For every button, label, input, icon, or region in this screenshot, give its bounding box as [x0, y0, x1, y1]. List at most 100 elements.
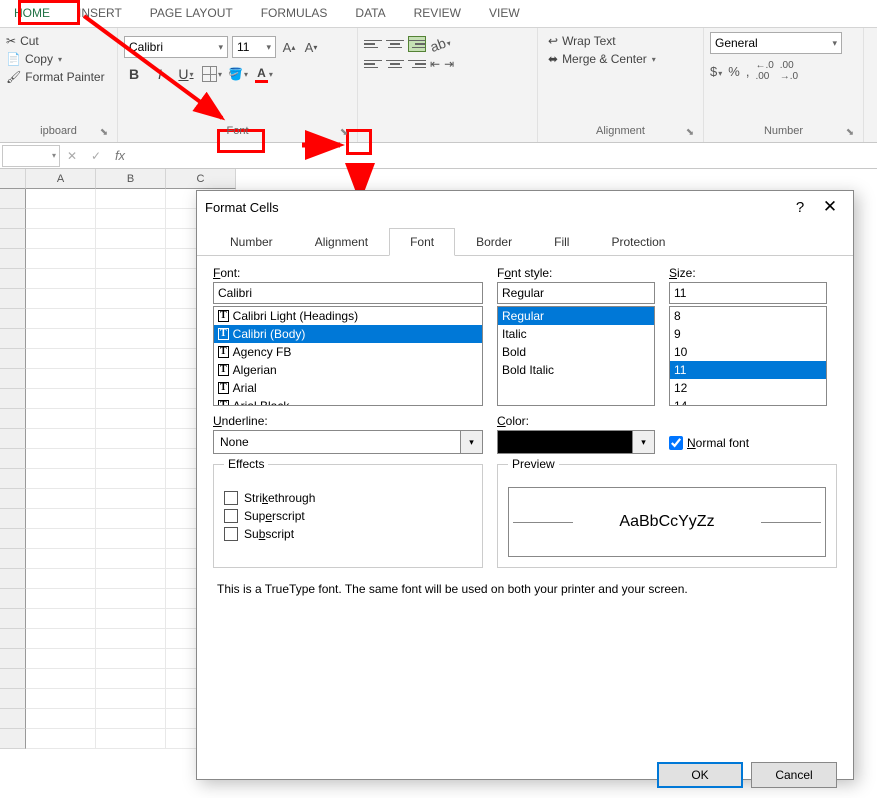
cell[interactable] [96, 729, 166, 749]
cancel-formula-icon[interactable]: ✕ [60, 144, 84, 168]
merge-center-button[interactable]: ⬌Merge & Center▾ [544, 50, 697, 68]
font-dialog-launcher[interactable]: ⬊ [337, 126, 351, 140]
col-header[interactable]: B [96, 169, 166, 189]
borders-button[interactable]: ▾ [202, 64, 222, 84]
increase-font-icon[interactable]: A▴ [280, 37, 298, 57]
cell[interactable] [26, 449, 96, 469]
color-swatch[interactable] [497, 430, 633, 454]
orientation-button[interactable]: ab▾ [428, 33, 453, 55]
fontstyle-input[interactable] [497, 282, 655, 304]
cell[interactable] [96, 429, 166, 449]
align-top-icon[interactable] [364, 36, 382, 52]
row-header[interactable] [0, 209, 26, 229]
cell[interactable] [96, 409, 166, 429]
row-header[interactable] [0, 589, 26, 609]
list-item[interactable]: TAlgerian [214, 361, 482, 379]
font-listbox[interactable]: TCalibri Light (Headings)TCalibri (Body)… [213, 306, 483, 406]
align-center-icon[interactable] [386, 56, 404, 72]
cell[interactable] [26, 609, 96, 629]
cell[interactable] [26, 189, 96, 209]
cell[interactable] [26, 369, 96, 389]
dlg-tab-font[interactable]: Font [389, 228, 455, 256]
font-input[interactable] [213, 282, 483, 304]
list-item[interactable]: 8 [670, 307, 826, 325]
cell[interactable] [96, 589, 166, 609]
list-item[interactable]: TArial Black [214, 397, 482, 406]
list-item[interactable]: TArial [214, 379, 482, 397]
decrease-indent-icon[interactable]: ⇤ [430, 57, 440, 71]
align-right-icon[interactable] [408, 56, 426, 72]
cell[interactable] [26, 229, 96, 249]
alignment-launcher[interactable]: ⬊ [683, 126, 697, 140]
cell[interactable] [26, 629, 96, 649]
cell[interactable] [26, 689, 96, 709]
insert-function-icon[interactable]: fx [108, 144, 132, 168]
ribbon-tab-review[interactable]: REVIEW [400, 0, 475, 27]
increase-indent-icon[interactable]: ⇥ [444, 57, 454, 71]
cell[interactable] [96, 189, 166, 209]
cell[interactable] [96, 289, 166, 309]
underline-button[interactable]: U▾ [176, 64, 196, 84]
list-item[interactable]: TCalibri Light (Headings) [214, 307, 482, 325]
cell[interactable] [96, 709, 166, 729]
cell[interactable] [96, 369, 166, 389]
row-header[interactable] [0, 469, 26, 489]
cell[interactable] [26, 329, 96, 349]
ribbon-tab-pagelayout[interactable]: PAGE LAYOUT [136, 0, 247, 27]
row-header[interactable] [0, 429, 26, 449]
cell[interactable] [96, 469, 166, 489]
decrease-font-icon[interactable]: A▾ [302, 37, 320, 57]
italic-button[interactable]: I [150, 64, 170, 84]
align-left-icon[interactable] [364, 56, 382, 72]
row-header[interactable] [0, 669, 26, 689]
cell[interactable] [26, 709, 96, 729]
ribbon-tab-formulas[interactable]: FORMULAS [247, 0, 342, 27]
bold-button[interactable]: B [124, 64, 144, 84]
row-header[interactable] [0, 529, 26, 549]
dlg-tab-alignment[interactable]: Alignment [294, 228, 389, 256]
row-header[interactable] [0, 709, 26, 729]
cancel-button[interactable]: Cancel [751, 762, 837, 788]
cell[interactable] [96, 669, 166, 689]
cell[interactable] [26, 269, 96, 289]
align-bottom-icon[interactable] [408, 36, 426, 52]
list-item[interactable]: 14 [670, 397, 826, 406]
list-item[interactable]: 11 [670, 361, 826, 379]
row-header[interactable] [0, 629, 26, 649]
superscript-checkbox[interactable]: Superscript [224, 509, 472, 523]
cell[interactable] [26, 429, 96, 449]
cell[interactable] [26, 529, 96, 549]
list-item[interactable]: Bold [498, 343, 654, 361]
underline-select[interactable] [213, 430, 461, 454]
list-item[interactable]: 9 [670, 325, 826, 343]
copy-button[interactable]: 📄Copy▾ [6, 50, 111, 68]
subscript-checkbox[interactable]: Subscript [224, 527, 472, 541]
cell[interactable] [96, 229, 166, 249]
list-item[interactable]: Regular [498, 307, 654, 325]
ribbon-tab-view[interactable]: VIEW [475, 0, 534, 27]
cell[interactable] [26, 389, 96, 409]
align-middle-icon[interactable] [386, 36, 404, 52]
select-all-corner[interactable] [0, 169, 26, 189]
cell[interactable] [96, 569, 166, 589]
cell[interactable] [96, 509, 166, 529]
cell[interactable] [26, 209, 96, 229]
cell[interactable] [96, 609, 166, 629]
strikethrough-checkbox[interactable]: Strikethrough [224, 491, 472, 505]
percent-format-icon[interactable]: % [728, 64, 740, 79]
cell[interactable] [96, 449, 166, 469]
list-item[interactable]: 10 [670, 343, 826, 361]
cell[interactable] [96, 329, 166, 349]
cell[interactable] [96, 349, 166, 369]
cell[interactable] [96, 209, 166, 229]
cell[interactable] [26, 569, 96, 589]
row-header[interactable] [0, 609, 26, 629]
row-header[interactable] [0, 569, 26, 589]
format-painter-button[interactable]: 🖌Format Painter [6, 68, 111, 86]
row-header[interactable] [0, 249, 26, 269]
cell[interactable] [96, 249, 166, 269]
fill-color-button[interactable]: 🪣▾ [228, 64, 248, 84]
cell[interactable] [26, 249, 96, 269]
row-header[interactable] [0, 269, 26, 289]
cell[interactable] [96, 549, 166, 569]
